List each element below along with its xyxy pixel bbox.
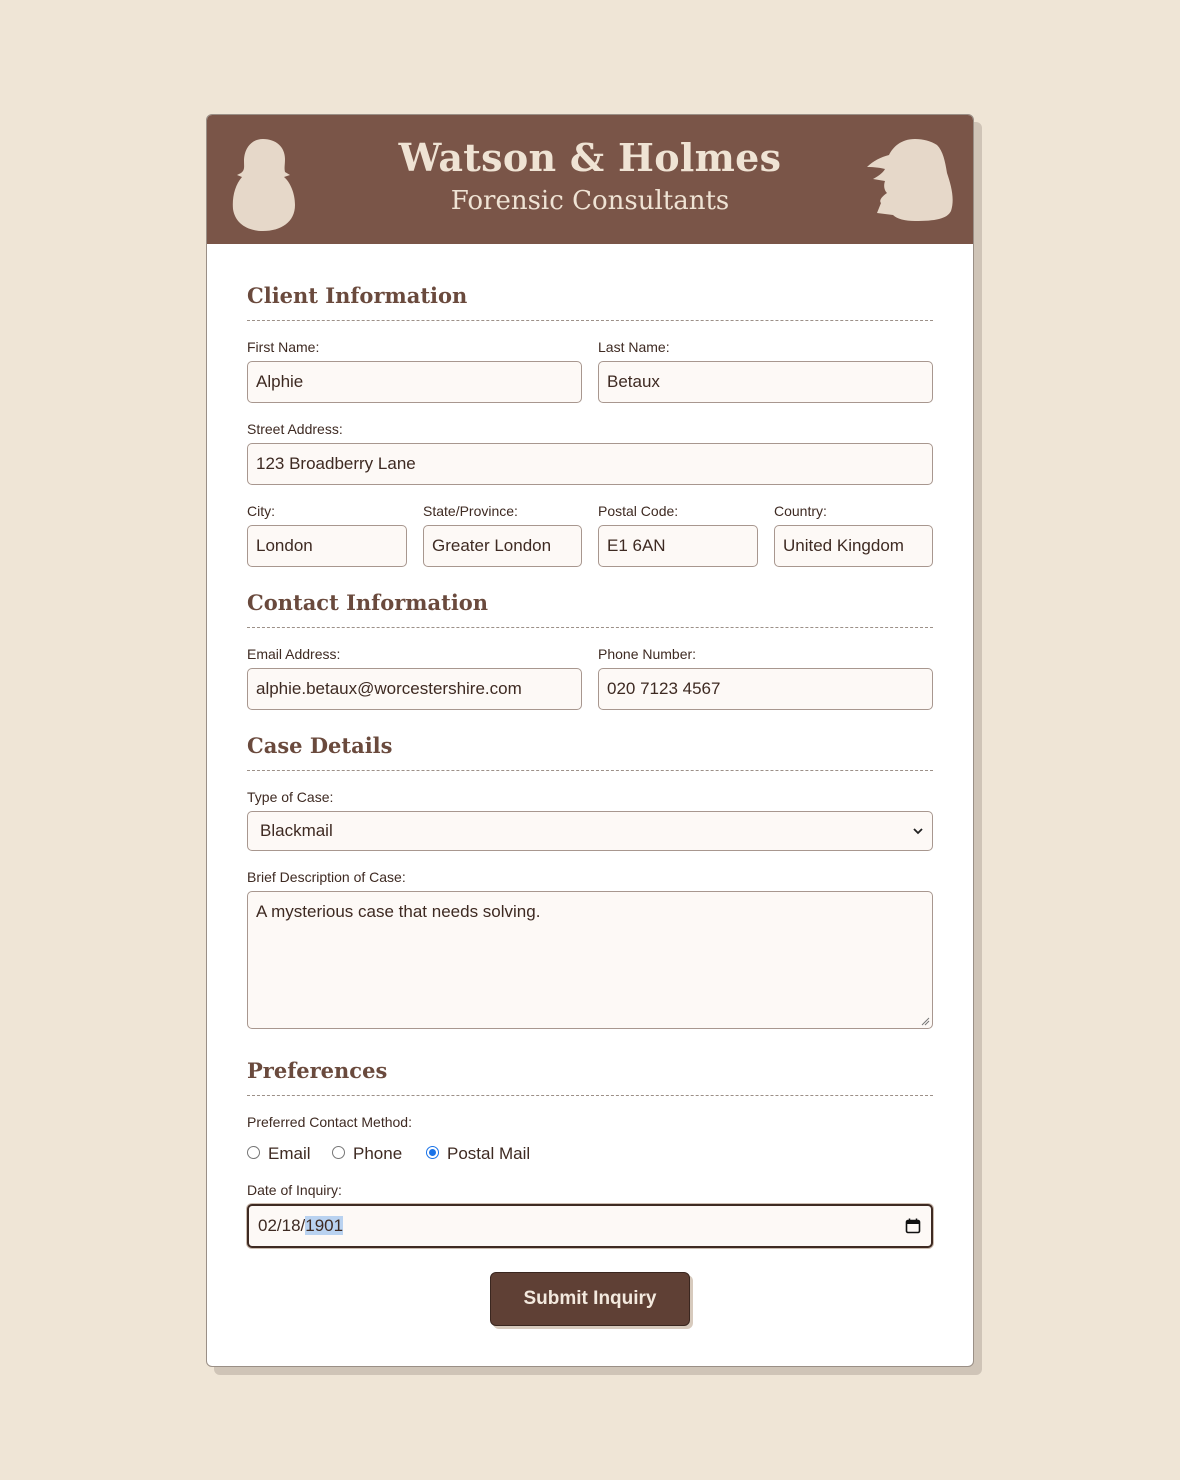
form-header: Watson & Holmes Forensic Consultants — [207, 115, 973, 244]
submit-inquiry-button[interactable]: Submit Inquiry — [490, 1272, 690, 1326]
section-divider — [247, 1095, 933, 1096]
radio-button-selected[interactable] — [426, 1146, 439, 1159]
first-name-field[interactable]: Alphie — [247, 361, 582, 403]
section-divider — [247, 320, 933, 321]
inquiry-date-label: Date of Inquiry: — [247, 1182, 342, 1198]
last-name-label: Last Name: — [598, 339, 670, 355]
city-field[interactable]: London — [247, 525, 407, 567]
street-address-label: Street Address: — [247, 421, 343, 437]
case-description-text: A mysterious case that needs solving. — [256, 902, 541, 921]
section-title-preferences: Preferences — [247, 1058, 388, 1083]
radio-label: Phone — [353, 1144, 403, 1163]
company-title: Watson & Holmes — [398, 135, 782, 180]
radio-label: Email — [268, 1144, 311, 1163]
postal-code-label: Postal Code: — [598, 503, 679, 519]
radio-label: Postal Mail — [447, 1144, 531, 1163]
section-title-client: Client Information — [247, 283, 468, 308]
case-description-textarea[interactable]: A mysterious case that needs solving. — [247, 891, 933, 1029]
section-title-case: Case Details — [247, 733, 393, 758]
email-field[interactable]: alphie.betaux@worcestershire.com — [247, 668, 582, 710]
contact-method-label: Preferred Contact Method: — [247, 1114, 412, 1130]
chevron-down-icon — [913, 828, 923, 835]
date-month-day: 02/18/ — [258, 1216, 306, 1235]
postal-code-field[interactable]: E1 6AN — [598, 525, 758, 567]
date-year-selected: 1901 — [305, 1216, 344, 1235]
section-title-contact: Contact Information — [247, 590, 489, 615]
state-label: State/Province: — [423, 503, 518, 519]
company-subtitle: Forensic Consultants — [450, 186, 730, 216]
case-description-label: Brief Description of Case: — [247, 869, 406, 885]
calendar-icon[interactable] — [905, 1218, 921, 1234]
radio-button[interactable] — [332, 1146, 345, 1159]
last-name-field[interactable]: Betaux — [598, 361, 933, 403]
section-divider — [247, 770, 933, 771]
city-label: City: — [247, 503, 275, 519]
phone-label: Phone Number: — [598, 646, 697, 662]
country-label: Country: — [774, 503, 827, 519]
resize-grip-icon[interactable] — [921, 1017, 930, 1026]
section-divider — [247, 627, 933, 628]
country-field[interactable]: United Kingdom — [774, 525, 933, 567]
radio-button[interactable] — [247, 1146, 260, 1159]
phone-field[interactable]: 020 7123 4567 — [598, 668, 933, 710]
inquiry-form-card: Watson & Holmes Forensic Consultants Cli… — [206, 114, 974, 1367]
state-field[interactable]: Greater London — [423, 525, 582, 567]
email-label: Email Address: — [247, 646, 341, 662]
street-address-field[interactable]: 123 Broadberry Lane — [247, 443, 933, 485]
profile-silhouette-icon — [867, 139, 953, 221]
case-type-label: Type of Case: — [247, 789, 334, 805]
inquiry-date-field[interactable]: 02/18/1901 — [247, 1204, 933, 1248]
case-type-value: Blackmail — [260, 821, 333, 840]
first-name-label: First Name: — [247, 339, 320, 355]
case-type-select[interactable]: Blackmail — [247, 811, 933, 851]
